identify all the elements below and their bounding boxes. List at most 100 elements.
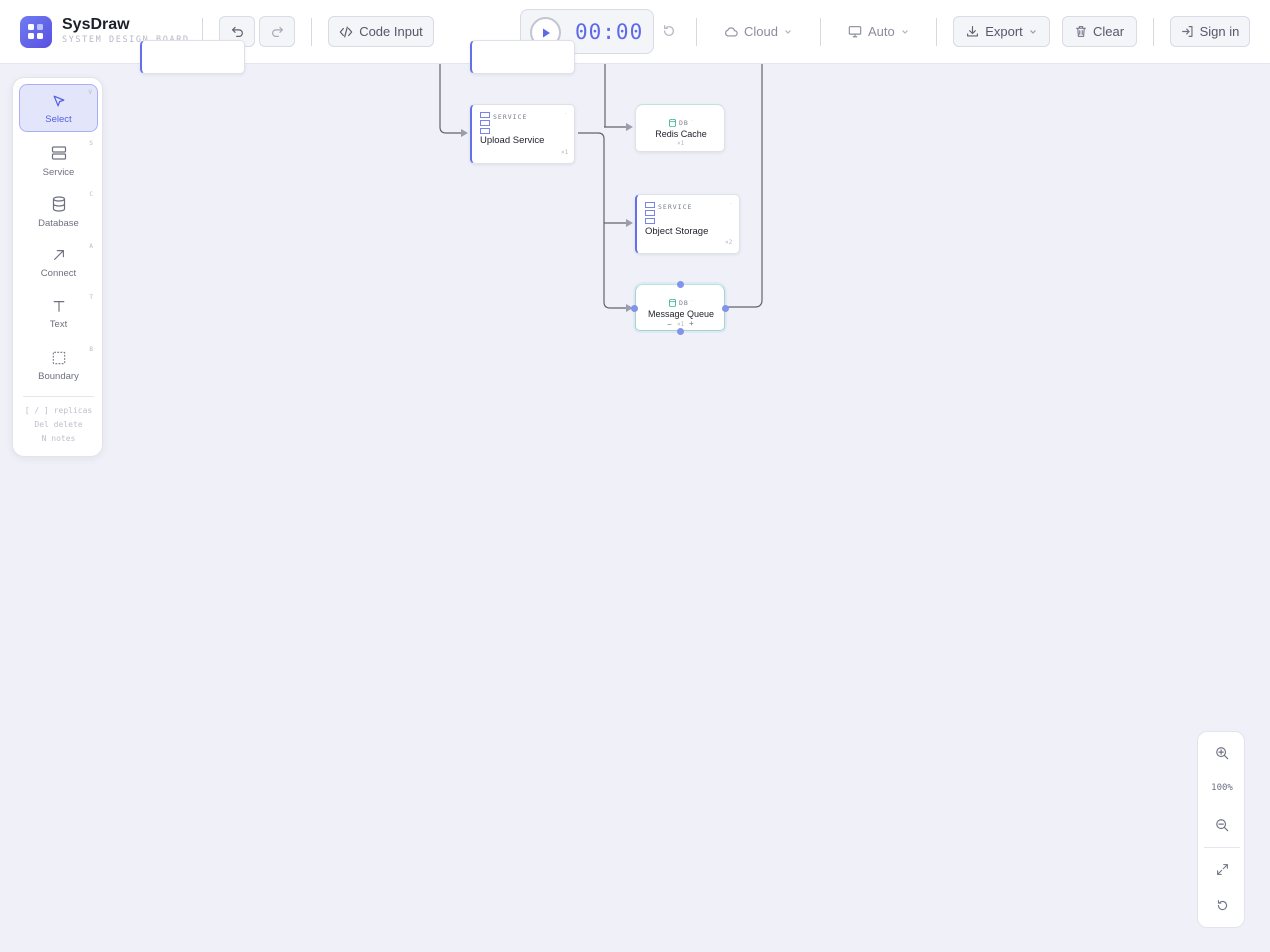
fit-view-button[interactable]: [1198, 863, 1246, 876]
server-icon: [51, 146, 66, 160]
node-message-queue[interactable]: DB · Message Queue − ×1 +: [635, 284, 725, 331]
chevron-down-icon: [901, 29, 908, 34]
increment-replicas-button[interactable]: +: [689, 319, 694, 328]
tool-label: Service: [42, 167, 75, 178]
code-icon: [339, 26, 353, 37]
node-title: Upload Service: [480, 135, 545, 146]
divider: [696, 18, 697, 46]
code-input-button[interactable]: Code Input: [328, 16, 434, 47]
undo-icon: [231, 26, 243, 37]
text-icon: [53, 301, 64, 312]
offscreen-service-node[interactable]: [470, 40, 575, 74]
sign-in-button[interactable]: Sign in: [1170, 16, 1250, 47]
connection-handle-right[interactable]: [722, 305, 729, 312]
tool-palette: Select V Service S Database C Connect A …: [12, 77, 103, 457]
tool-boundary[interactable]: Boundary B: [19, 342, 98, 390]
node-menu-icon[interactable]: ·: [730, 201, 732, 207]
node-object-storage[interactable]: SERVICE · Object Storage ×2: [635, 194, 740, 254]
replica-count: ×1: [677, 140, 685, 147]
replica-count: ×1: [561, 149, 569, 156]
trash-icon: [1075, 26, 1086, 37]
connector: [578, 132, 627, 309]
tool-label: Select: [45, 114, 72, 125]
boundary-icon: [52, 351, 65, 365]
device-label: Auto: [868, 24, 895, 39]
connection-handle-top[interactable]: [677, 281, 684, 288]
tool-service[interactable]: Service S: [19, 136, 98, 184]
divider: [23, 396, 94, 397]
export-label: Export: [985, 24, 1023, 39]
clear-label: Clear: [1092, 24, 1125, 39]
reset-icon: [1217, 900, 1227, 911]
shortcut-hint: Del delete: [34, 420, 83, 429]
node-title: Object Storage: [645, 226, 709, 237]
chevron-down-icon: [1029, 29, 1036, 34]
tool-label: Boundary: [38, 371, 79, 382]
shortcut-hint: N notes: [41, 434, 76, 443]
zoom-controls: 100%: [1197, 731, 1245, 928]
tool-label: Text: [49, 319, 68, 330]
node-upload-service[interactable]: SERVICE · Upload Service ×1: [470, 104, 575, 164]
database-icon: [52, 196, 65, 212]
offscreen-service-node[interactable]: [140, 40, 245, 74]
database-icon: [669, 299, 676, 307]
connector: [728, 64, 763, 308]
redo-button[interactable]: [259, 16, 295, 47]
app-name: SysDraw: [62, 16, 130, 33]
tool-database[interactable]: Database C: [19, 187, 98, 235]
cursor-icon: [53, 95, 64, 107]
clear-button[interactable]: Clear: [1062, 16, 1137, 47]
node-redis-cache[interactable]: DB · Redis Cache ×1: [635, 104, 725, 152]
tool-text[interactable]: Text T: [19, 290, 98, 338]
expand-icon: [1216, 864, 1228, 875]
connection-handle-bottom[interactable]: [677, 328, 684, 335]
cloud-label: Cloud: [744, 24, 778, 39]
node-menu-icon[interactable]: ·: [565, 111, 567, 117]
device-dropdown[interactable]: Auto: [848, 16, 909, 47]
chevron-down-icon: [785, 29, 791, 34]
node-type-label: SERVICE: [493, 113, 528, 121]
reset-icon: [663, 25, 675, 37]
tool-label: Connect: [40, 268, 77, 279]
cloud-dropdown[interactable]: Cloud: [724, 16, 792, 47]
download-icon: [967, 26, 979, 37]
code-input-label: Code Input: [359, 24, 423, 39]
tool-label: Database: [38, 218, 79, 229]
zoom-level: 100%: [1211, 783, 1233, 793]
divider: [311, 18, 312, 46]
connector: [439, 64, 462, 134]
divider: [936, 18, 937, 46]
node-type-label: SERVICE: [658, 203, 693, 211]
monitor-icon: [848, 26, 862, 38]
replica-count: ×1: [677, 321, 685, 328]
decrement-replicas-button[interactable]: −: [667, 320, 672, 329]
play-icon: [542, 28, 550, 37]
zoom-in-icon: [1216, 747, 1229, 760]
export-dropdown[interactable]: Export: [953, 16, 1050, 47]
reset-timer-button[interactable]: [662, 24, 676, 38]
arrow-icon: [53, 250, 64, 260]
redo-icon: [271, 26, 283, 37]
login-icon: [1181, 26, 1193, 37]
arrowhead: [626, 123, 633, 131]
arrowhead: [626, 219, 633, 227]
divider: [820, 18, 821, 46]
node-type-label: DB: [679, 119, 689, 127]
app-logo: [20, 16, 52, 48]
database-icon: [669, 119, 676, 127]
server-icon: [480, 112, 490, 134]
sign-in-label: Sign in: [1199, 24, 1240, 39]
tool-connect[interactable]: Connect A: [19, 239, 98, 287]
zoom-out-icon: [1216, 819, 1229, 832]
divider: [1153, 18, 1154, 46]
zoom-in-button[interactable]: [1198, 746, 1246, 760]
replica-count: ×2: [725, 239, 733, 246]
connection-handle-left[interactable]: [631, 305, 638, 312]
arrowhead: [461, 129, 468, 137]
server-icon: [645, 202, 655, 224]
zoom-out-button[interactable]: [1198, 818, 1246, 832]
node-type-label: DB: [679, 299, 689, 307]
timer-display: 00:00: [575, 20, 644, 44]
reset-view-button[interactable]: [1198, 899, 1246, 912]
tool-select[interactable]: Select V: [19, 84, 98, 132]
